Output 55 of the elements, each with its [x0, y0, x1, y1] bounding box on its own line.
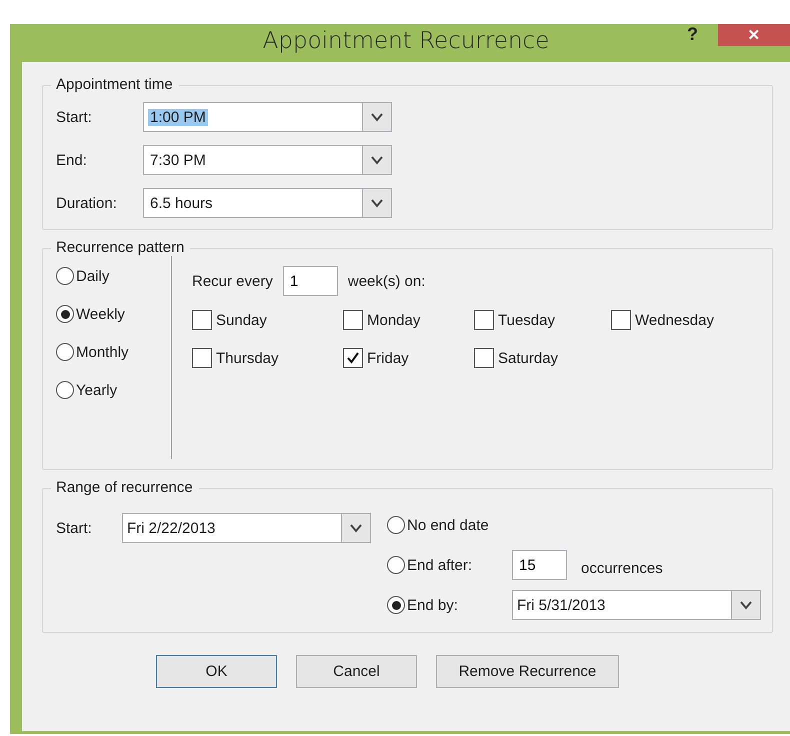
checkbox[interactable]	[474, 348, 494, 368]
option-label: Daily	[76, 268, 110, 284]
occurrences-label: occurrences	[581, 560, 663, 576]
day-label: Friday	[367, 350, 409, 366]
interval-input[interactable]: 1	[282, 266, 338, 296]
dialog-button[interactable]: Cancel	[296, 655, 417, 688]
radio-button[interactable]	[387, 556, 405, 574]
day-label: Thursday	[216, 350, 279, 366]
checkbox[interactable]	[343, 310, 363, 330]
radio-button[interactable]	[56, 305, 74, 323]
close-button[interactable]: ✕	[718, 24, 790, 46]
option-label: Weekly	[76, 306, 125, 322]
dialog-button[interactable]: OK	[156, 655, 277, 688]
field-value: 7:30 PM	[149, 152, 207, 168]
recur-every-label: Recur every	[192, 272, 273, 290]
option-label: End by:	[407, 596, 458, 614]
help-button[interactable]: ?	[683, 24, 702, 45]
radio-button[interactable]	[56, 343, 74, 361]
field-label: Duration:	[56, 194, 118, 212]
unit-label: week(s) on:	[348, 272, 426, 290]
option-label: End after:	[407, 556, 472, 574]
dialog-button[interactable]: Remove Recurrence	[436, 655, 619, 688]
group-title: Range of recurrence	[51, 479, 199, 496]
time-dropdown[interactable]: 6.5 hours	[143, 188, 392, 218]
window-title: Appointment Recurrence	[262, 28, 550, 54]
checkbox[interactable]	[192, 310, 212, 330]
checkbox[interactable]	[192, 348, 212, 368]
start-date-dropdown[interactable]: Fri 2/22/2013	[122, 513, 371, 543]
group-title: Appointment time	[51, 76, 179, 93]
field-label: End:	[56, 152, 88, 168]
field-label: Start:	[56, 520, 93, 536]
field-value: 1:00 PM	[148, 108, 208, 126]
option-label: Yearly	[76, 382, 118, 398]
group-title: Recurrence pattern	[51, 239, 190, 256]
radio-button[interactable]	[56, 267, 74, 285]
checkbox[interactable]	[343, 348, 363, 368]
checkbox[interactable]	[611, 310, 631, 330]
end-date-dropdown[interactable]: Fri 5/31/2013	[512, 590, 761, 620]
checkbox[interactable]	[474, 310, 494, 330]
radio-button[interactable]	[387, 516, 405, 534]
radio-button[interactable]	[387, 596, 405, 614]
option-label: Monthly	[76, 344, 129, 360]
day-label: Sunday	[216, 312, 267, 328]
option-label: No end date	[407, 516, 489, 534]
time-dropdown[interactable]: 1:00 PM	[143, 102, 392, 132]
field-value: 6.5 hours	[149, 194, 214, 212]
time-dropdown[interactable]: 7:30 PM	[143, 145, 392, 175]
day-label: Wednesday	[635, 312, 714, 328]
occurrences-input[interactable]: 15	[512, 550, 567, 580]
day-label: Tuesday	[498, 312, 555, 328]
radio-button[interactable]	[56, 381, 74, 399]
day-label: Monday	[367, 312, 420, 328]
field-label: Start:	[56, 108, 93, 126]
day-label: Saturday	[498, 350, 558, 366]
checkmark-icon	[346, 351, 360, 365]
